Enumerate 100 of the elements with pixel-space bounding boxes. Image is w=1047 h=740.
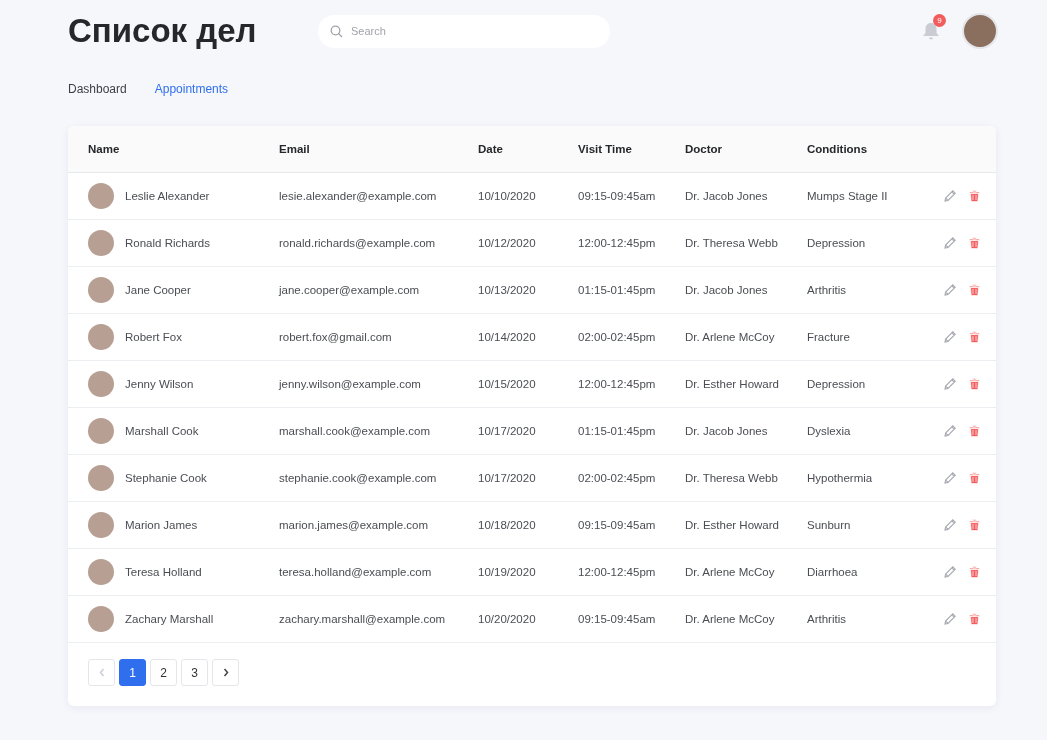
next-page-button[interactable]	[212, 659, 239, 686]
table-cell-text: Depression	[807, 378, 867, 390]
column-header: Visit Time	[578, 143, 633, 155]
table-cell-text: 10/10/2020	[478, 190, 537, 202]
table-cell-text: stephanie.cook@example.com	[279, 472, 438, 484]
table-cell-text: Mumps Stage II	[807, 190, 889, 202]
trash-icon[interactable]	[969, 566, 980, 578]
table-cell-text: marion.james@example.com	[279, 519, 430, 531]
pencil-icon[interactable]	[943, 565, 957, 579]
table-cell-text: robert.fox@gmail.com	[279, 331, 393, 343]
table-cell-text: 12:00-12:45pm	[578, 378, 657, 390]
patient-name: Jenny Wilson	[125, 378, 194, 390]
table-cell-text: jenny.wilson@example.com	[279, 378, 422, 390]
table-cell-text: 10/14/2020	[478, 331, 537, 343]
table-cell-text: 10/17/2020	[478, 425, 537, 437]
table-cell-text: 09:15-09:45am	[578, 613, 657, 625]
patient-name: Leslie Alexander	[125, 190, 210, 202]
avatar	[88, 418, 114, 444]
table-cell-text: 09:15-09:45am	[578, 190, 657, 202]
table-cell-text: Dr. Theresa Webb	[685, 472, 779, 484]
pencil-icon[interactable]	[943, 189, 957, 203]
nav-tab[interactable]: Dashboard	[68, 82, 127, 96]
page-title: Список дел	[68, 12, 258, 50]
table-cell-text: 10/18/2020	[478, 519, 537, 531]
pencil-icon[interactable]	[943, 612, 957, 626]
table-cell-text: ronald.richards@example.com	[279, 237, 437, 249]
chevron-icon	[97, 668, 106, 677]
patient-name: Marshall Cook	[125, 425, 199, 437]
chevron-icon	[221, 668, 230, 677]
trash-icon[interactable]	[969, 378, 980, 390]
trash-icon[interactable]	[969, 237, 980, 249]
user-avatar[interactable]	[962, 13, 998, 49]
avatar	[88, 465, 114, 491]
trash-icon[interactable]	[969, 331, 980, 343]
pencil-icon[interactable]	[943, 424, 957, 438]
table-cell-text: Dr. Esther Howard	[685, 378, 780, 390]
patient-name: Marion James	[125, 519, 198, 531]
column-header: Email	[279, 143, 311, 155]
table-cell-text: Dr. Jacob Jones	[685, 425, 769, 437]
trash-icon[interactable]	[969, 284, 980, 296]
table-cell-text: Dr. Arlene McCoy	[685, 613, 776, 625]
table-cell-text: Dr. Jacob Jones	[685, 284, 769, 296]
avatar	[88, 512, 114, 538]
table-cell-text: 10/13/2020	[478, 284, 537, 296]
patient-name: Teresa Holland	[125, 566, 202, 578]
pencil-icon[interactable]	[943, 330, 957, 344]
notification-badge: 9	[933, 14, 946, 27]
pencil-icon[interactable]	[943, 377, 957, 391]
pencil-icon[interactable]	[943, 283, 957, 297]
table-cell-text: Fracture	[807, 331, 851, 343]
table-cell-text: 09:15-09:45am	[578, 519, 657, 531]
page-button[interactable]: 2	[150, 659, 177, 686]
table-cell-text: Diarrhoea	[807, 566, 859, 578]
table-cell-text: Arthritis	[807, 284, 847, 296]
avatar	[88, 324, 114, 350]
pencil-icon[interactable]	[943, 236, 957, 250]
table-cell-text: 10/15/2020	[478, 378, 537, 390]
page-button[interactable]: 1	[119, 659, 146, 686]
avatar	[88, 230, 114, 256]
trash-icon[interactable]	[969, 519, 980, 531]
avatar	[88, 183, 114, 209]
trash-icon[interactable]	[969, 190, 980, 202]
search-field[interactable]: Search	[318, 14, 610, 48]
table-cell-text: Depression	[807, 237, 867, 249]
table-cell-text: 10/20/2020	[478, 613, 537, 625]
column-header: Doctor	[685, 143, 724, 155]
table-cell-text: marshall.cook@example.com	[279, 425, 431, 437]
page-button[interactable]: 3	[181, 659, 208, 686]
search-icon	[330, 24, 343, 38]
trash-icon[interactable]	[969, 613, 980, 625]
table-cell-text: 12:00-12:45pm	[578, 237, 657, 249]
patient-name: Zachary Marshall	[125, 613, 214, 625]
avatar	[88, 559, 114, 585]
table-cell-text: Dr. Arlene McCoy	[685, 331, 776, 343]
avatar	[88, 371, 114, 397]
trash-icon[interactable]	[969, 472, 980, 484]
table-cell-text: Dr. Theresa Webb	[685, 237, 779, 249]
nav-tab[interactable]: Appointments	[154, 82, 229, 96]
table-cell-text: 10/12/2020	[478, 237, 537, 249]
table-cell-text: 10/19/2020	[478, 566, 537, 578]
table-cell-text: Hypothermia	[807, 472, 874, 484]
avatar	[88, 277, 114, 303]
table-cell-text: 12:00-12:45pm	[578, 566, 657, 578]
patient-name: Ronald Richards	[125, 237, 210, 249]
table-cell-text: jane.cooper@example.com	[279, 284, 421, 296]
patient-name: Stephanie Cook	[125, 472, 207, 484]
avatar	[88, 606, 114, 632]
table-cell-text: 01:15-01:45pm	[578, 284, 657, 296]
bell-icon[interactable]	[920, 20, 942, 42]
pencil-icon[interactable]	[943, 471, 957, 485]
table-cell-text: 10/17/2020	[478, 472, 537, 484]
table-cell-text: Dr. Arlene McCoy	[685, 566, 776, 578]
table-cell-text: 02:00-02:45pm	[578, 472, 657, 484]
pencil-icon[interactable]	[943, 518, 957, 532]
trash-icon[interactable]	[969, 425, 980, 437]
table-cell-text: zachary.marshall@example.com	[279, 613, 447, 625]
patient-name: Robert Fox	[125, 331, 182, 343]
column-header: Name	[88, 143, 121, 155]
table-cell-text: Dr. Esther Howard	[685, 519, 780, 531]
table-cell-text: Arthritis	[807, 613, 847, 625]
